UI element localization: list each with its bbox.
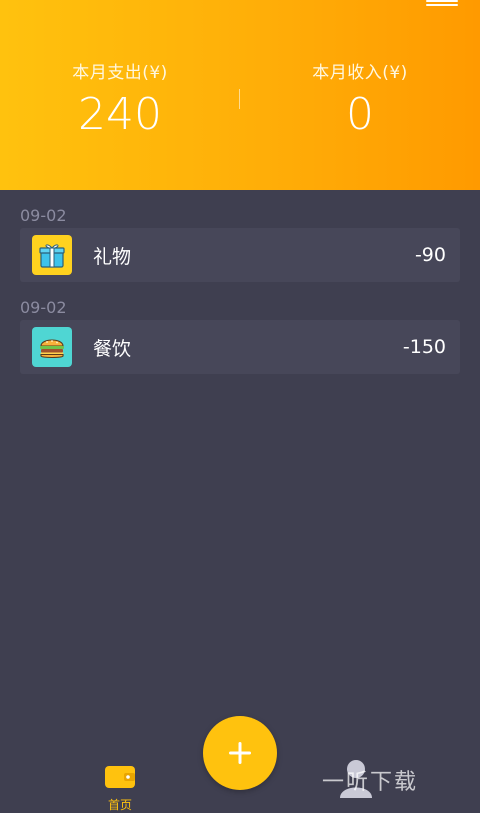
- record-category: 礼物: [93, 245, 132, 268]
- expense-label: 本月支出(¥): [72, 63, 168, 83]
- expense-value: 240: [78, 89, 162, 140]
- income-label: 本月收入(¥): [312, 63, 408, 83]
- tab-mine[interactable]: [336, 758, 376, 800]
- record-group: 09-02 餐饮 -150: [0, 282, 480, 374]
- add-record-button[interactable]: [203, 716, 277, 790]
- record-item-dining[interactable]: 餐饮 -150: [20, 320, 460, 374]
- user-icon: [340, 760, 372, 798]
- monthly-expense: 本月支出(¥) 240: [0, 58, 240, 137]
- tab-home[interactable]: 首页: [98, 760, 142, 812]
- wallet-icon: [105, 766, 135, 788]
- plus-icon: [229, 742, 251, 764]
- record-list: 09-02 礼物 -90 09-02 餐饮 -150: [0, 190, 480, 374]
- record-item-gift[interactable]: 礼物 -90: [20, 228, 460, 282]
- record-category: 餐饮: [93, 337, 132, 360]
- record-group: 09-02 礼物 -90: [0, 190, 480, 282]
- menu-icon[interactable]: [426, 0, 458, 6]
- gift-icon: [32, 235, 72, 275]
- record-amount: -90: [414, 244, 446, 266]
- monthly-income: 本月收入(¥) 0: [240, 58, 480, 137]
- record-amount: -150: [402, 336, 446, 358]
- record-date: 09-02: [20, 298, 67, 317]
- burger-icon: [32, 327, 72, 367]
- summary-header: 本月支出(¥) 240 本月收入(¥) 0: [0, 0, 480, 190]
- tab-home-label: 首页: [107, 798, 132, 812]
- record-date: 09-02: [20, 206, 67, 225]
- income-value: 0: [346, 89, 374, 140]
